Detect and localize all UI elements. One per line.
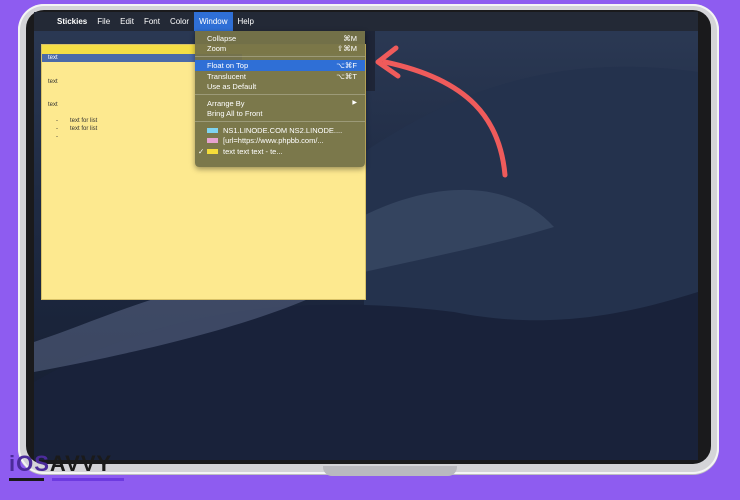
red-annotation-arrow — [375, 45, 508, 178]
logo-part-ios: iOS — [9, 451, 50, 476]
logo-underline-accent — [52, 478, 124, 481]
logo-part-avvy: AVVY — [49, 451, 113, 476]
logo-underline — [9, 478, 44, 481]
brand-logo: iOSAVVY — [9, 451, 112, 477]
